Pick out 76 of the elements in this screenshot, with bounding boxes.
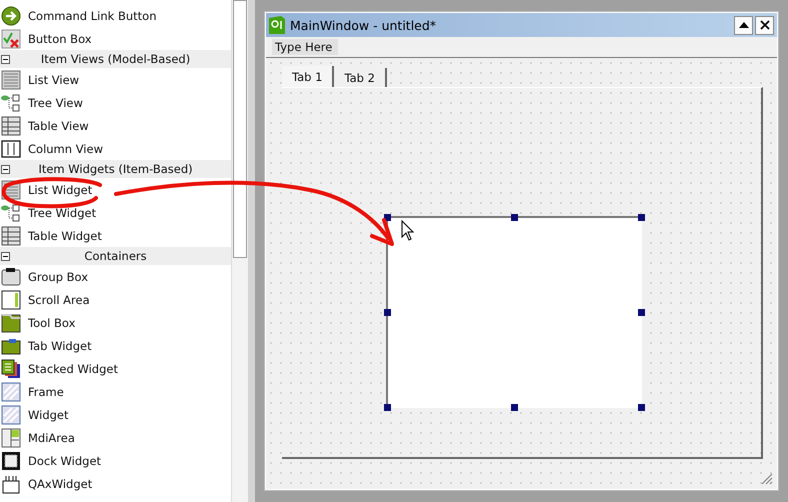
category-label: Item Widgets (Item-Based)	[37, 162, 194, 176]
widget-item[interactable]: Tree Widget	[0, 201, 232, 224]
menu-placeholder[interactable]: Type Here	[272, 39, 338, 55]
folder-icon	[1, 312, 21, 332]
mdi-area-icon	[1, 428, 21, 448]
widget-item[interactable]: Widget	[0, 403, 232, 426]
window-title: MainWindow - untitled*	[290, 18, 438, 32]
widget-item[interactable]: Tool Box	[0, 311, 232, 334]
widget-label: Dock Widget	[28, 454, 102, 468]
widget-label: List Widget	[28, 182, 92, 196]
category-label: Item Views (Model-Based)	[40, 52, 192, 66]
resize-handle[interactable]	[384, 404, 391, 411]
widget-item[interactable]: Stacked Widget	[0, 357, 232, 380]
widget-item[interactable]: Table View	[0, 114, 232, 137]
widget-label: Frame	[28, 384, 64, 398]
widget-label: Tree View	[28, 96, 83, 110]
collapse-icon[interactable]	[1, 54, 10, 64]
size-grip-icon[interactable]	[761, 473, 773, 485]
resize-handle[interactable]	[638, 214, 645, 221]
category-header[interactable]: Item Views (Model-Based)	[0, 50, 232, 68]
resize-handle[interactable]	[511, 214, 518, 221]
widget-item[interactable]: Column View	[0, 137, 232, 160]
widget-item[interactable]: Group Box	[0, 265, 232, 288]
widget-item[interactable]: Frame	[0, 380, 232, 403]
widget-label: Command Link Button	[28, 8, 156, 22]
list-widget[interactable]	[386, 216, 642, 408]
table-icon	[1, 226, 21, 246]
widget-item[interactable]: MdiArea	[0, 426, 232, 449]
widget-label: MdiArea	[28, 430, 75, 444]
dock-window-icon	[1, 450, 21, 470]
maximize-button[interactable]	[734, 16, 753, 34]
widget-label: Widget	[28, 408, 68, 422]
resize-handle[interactable]	[511, 404, 518, 411]
category-label: Containers	[83, 249, 148, 263]
resize-handle[interactable]	[384, 309, 391, 316]
scrollbar[interactable]	[231, 0, 248, 502]
resize-handle[interactable]	[384, 214, 391, 221]
widget-item[interactable]: List Widget	[0, 178, 232, 201]
widget-label: List View	[28, 72, 80, 86]
category-header[interactable]: Containers	[0, 247, 232, 265]
widget-item[interactable]: Button Box	[0, 27, 232, 50]
widget-item[interactable]: Scroll Area	[0, 288, 232, 311]
widget-label: Table Widget	[28, 228, 102, 242]
widget-item[interactable]: Tree View	[0, 91, 232, 114]
widget-label: Tool Box	[28, 316, 76, 330]
check-cross-icon	[1, 28, 21, 48]
collapse-icon[interactable]	[1, 164, 10, 174]
widget-item[interactable]: List View	[0, 68, 232, 91]
widget-item[interactable]: Command Link Button	[0, 4, 232, 27]
table-icon	[1, 116, 21, 136]
category-header[interactable]: Item Widgets (Item-Based)	[0, 160, 232, 178]
close-button[interactable]	[755, 16, 774, 34]
collapse-icon[interactable]	[1, 252, 10, 260]
widget-label: Stacked Widget	[28, 362, 118, 376]
widget-label: Tree Widget	[28, 206, 96, 220]
scrollbar-thumb[interactable]	[233, 0, 247, 258]
app-logo-icon	[269, 16, 285, 34]
widget-label: Table View	[28, 118, 89, 132]
widget-item[interactable]: Table Widget	[0, 224, 232, 247]
widget-item[interactable]: Tab Widget	[0, 334, 232, 357]
widget-label: Button Box	[28, 32, 92, 46]
resize-handle[interactable]	[638, 404, 645, 411]
up-triangle-icon	[738, 22, 748, 28]
widget-label: Group Box	[28, 270, 88, 284]
widget-label: Column View	[28, 142, 103, 156]
widget-label: QAxWidget	[28, 476, 92, 490]
widget-item[interactable]: QAxWidget	[0, 472, 232, 495]
list-icon	[1, 70, 21, 90]
close-icon	[760, 20, 770, 30]
group-box-icon	[1, 266, 21, 286]
widget-item[interactable]: Dock Widget	[0, 449, 232, 472]
widget-label: Scroll Area	[28, 292, 90, 306]
widget-label: Tab Widget	[28, 338, 92, 352]
tab[interactable]: Tab 1	[282, 66, 334, 87]
resize-handle[interactable]	[638, 309, 645, 316]
cursor-icon	[402, 220, 414, 241]
